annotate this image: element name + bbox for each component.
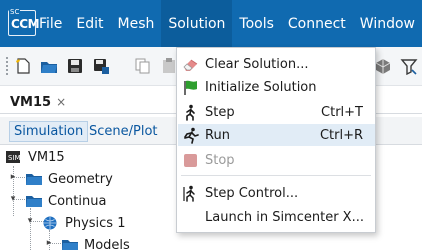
tree-connector [30,208,31,250]
menu-separator [181,175,371,176]
menu-item-shortcut: Ctrl+R [319,127,363,143]
tab-scene-plot[interactable]: Scene/Plot [85,121,162,142]
new-simulation-icon[interactable] [14,57,32,75]
folder-icon [26,194,42,208]
menu-item-stop[interactable]: Stop [178,149,375,171]
menu-tools[interactable]: Tools [232,0,281,47]
menu-connect[interactable]: Connect [281,0,353,47]
tree-label: VM15 [28,149,65,165]
tree-node-models[interactable]: Models [62,234,130,250]
logo-small-text: SC [9,8,21,16]
save-icon[interactable] [66,57,84,75]
run-icon [182,127,199,144]
simulation-icon: SIM [6,150,22,164]
filter-icon[interactable] [400,57,418,75]
copy-icon[interactable] [134,57,152,75]
menu-item-shortcut: Ctrl+T [321,104,363,120]
save-as-icon[interactable] [92,57,110,75]
tree-node-geometry[interactable]: Geometry [26,168,113,190]
tree-node-continua[interactable]: Continua [26,190,106,212]
menu-item-label: Step Control... [205,185,299,201]
app-logo: SC CCM [0,0,40,47]
tree-label: Continua [48,193,107,209]
tree-node-physics[interactable]: Physics 1 [43,212,125,234]
solution-menu: Clear Solution... Initialize Solution St… [176,47,376,233]
menu-item-label: Initialize Solution [205,79,317,95]
expand-geometry-toggle[interactable]: ▸ [9,173,17,182]
menu-item-launch-simcenter-x[interactable]: Launch in Simcenter X... [178,206,375,228]
eraser-icon [182,56,199,73]
tab-label: VM15 [10,94,52,110]
svg-text:SIM: SIM [8,154,21,162]
menu-item-label: Clear Solution... [205,56,309,72]
tree-label: Physics 1 [65,215,126,231]
menu-item-step-control[interactable]: Step Control... [178,182,375,204]
menu-item-label: Run [205,127,230,143]
step-control-icon [182,185,199,202]
menu-window[interactable]: Window [353,0,422,47]
logo-main-text: CCM [11,17,40,31]
menu-item-label: Step [205,104,235,120]
menu-edit[interactable]: Edit [69,0,110,47]
stop-icon [182,152,199,169]
folder-icon [62,238,78,250]
menu-item-step[interactable]: Step Ctrl+T [178,101,375,123]
menu-mesh[interactable]: Mesh [111,0,162,47]
folder-icon [26,172,42,186]
tree-node-root[interactable]: SIM VM15 [6,146,65,168]
menu-item-initialize-solution[interactable]: Initialize Solution [178,76,375,98]
collapse-physics-toggle[interactable]: ▾ [26,217,34,226]
menu-item-run[interactable]: Run Ctrl+R [178,124,375,146]
close-icon[interactable]: × [56,95,66,109]
menu-item-label: Launch in Simcenter X... [205,209,364,225]
render-icon[interactable] [374,57,392,75]
green-flag-icon [182,79,199,96]
toolbar-grip-icon[interactable] [6,57,9,75]
step-walker-icon [182,104,199,121]
menu-bar: SC CCM File Edit Mesh Solution Tools Con… [0,0,422,47]
tree-label: Models [84,237,130,250]
tab-simulation[interactable]: Simulation [9,121,89,142]
menu-item-clear-solution[interactable]: Clear Solution... [178,53,375,75]
physics-sphere-icon [43,216,59,230]
menu-item-label: Stop [205,152,235,168]
tree-label: Geometry [48,171,113,187]
menu-solution[interactable]: Solution [161,0,233,47]
tab-vm15[interactable]: VM15 × [0,90,74,114]
open-folder-icon[interactable] [40,57,58,75]
expand-models-toggle[interactable]: ▸ [45,239,53,248]
collapse-continua-toggle[interactable]: ▾ [9,195,17,204]
